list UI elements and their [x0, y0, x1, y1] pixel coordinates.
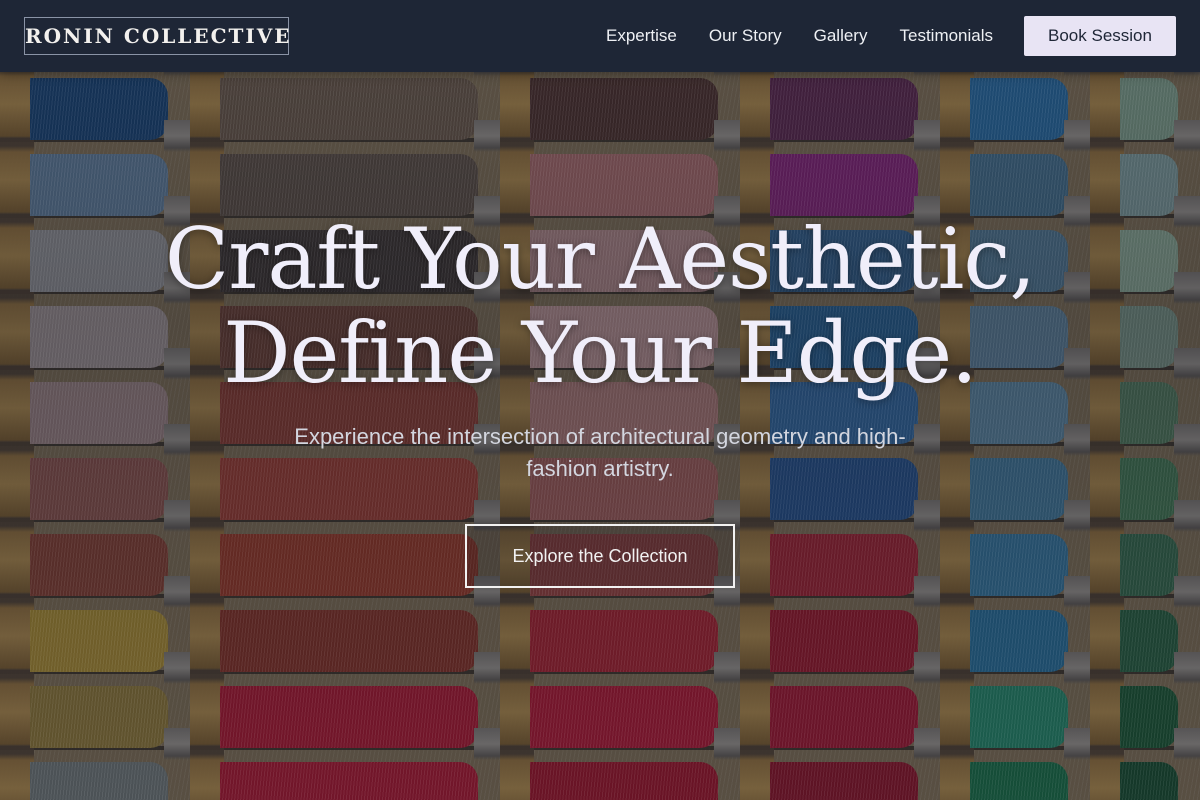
book-session-button[interactable]: Book Session: [1024, 16, 1176, 56]
nav-link-expertise[interactable]: Expertise: [606, 26, 677, 46]
headline-line-2: Define Your Edge.: [223, 304, 977, 402]
nav-link-testimonials[interactable]: Testimonials: [899, 26, 993, 46]
hero-section: Craft Your Aesthetic, Define Your Edge. …: [0, 0, 1200, 800]
headline-line-1: Craft Your Aesthetic,: [164, 210, 1036, 308]
explore-collection-button[interactable]: Explore the Collection: [465, 524, 735, 588]
nav-link-our-story[interactable]: Our Story: [709, 26, 782, 46]
hero-subtitle: Experience the intersection of architect…: [294, 424, 906, 481]
nav-link-gallery[interactable]: Gallery: [814, 26, 868, 46]
site-header: RONIN COLLECTIVE Expertise Our Story Gal…: [0, 0, 1200, 72]
hero-headline: Craft Your Aesthetic, Define Your Edge.: [0, 212, 1200, 400]
main-nav: Expertise Our Story Gallery Testimonials: [590, 0, 1009, 72]
brand-logo[interactable]: RONIN COLLECTIVE: [24, 17, 290, 55]
